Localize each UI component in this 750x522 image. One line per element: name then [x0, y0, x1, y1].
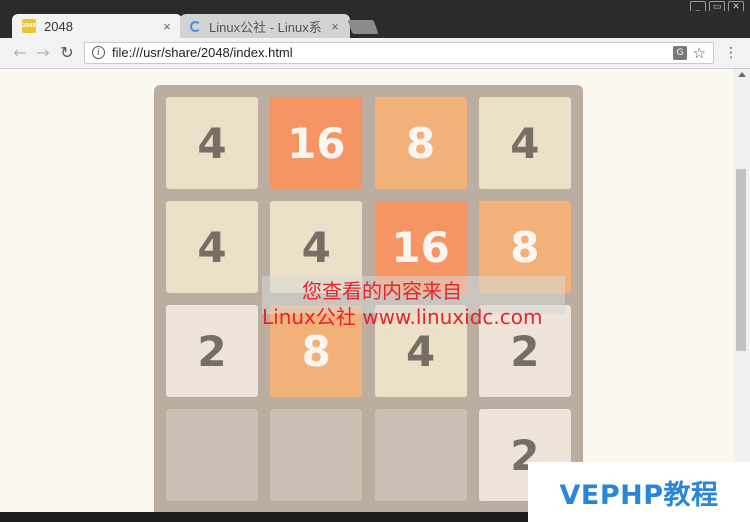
- tile-2: 2: [166, 305, 258, 397]
- tab-close-icon[interactable]: ×: [328, 19, 342, 34]
- tile-4: 4: [166, 201, 258, 293]
- tab-linuxidc[interactable]: Linux公社 - Linux系 ×: [180, 14, 350, 38]
- grid-cell: [270, 409, 363, 501]
- tab-bar: 2048 2048 × Linux公社 - Linux系 ×: [0, 11, 750, 38]
- grid-cell: [166, 409, 258, 501]
- bookmark-star-icon[interactable]: ☆: [693, 43, 706, 63]
- scrollbar-thumb[interactable]: [736, 169, 746, 351]
- back-arrow-icon[interactable]: ←: [10, 43, 30, 63]
- new-tab-button[interactable]: [347, 20, 379, 34]
- grid-cell: [374, 409, 467, 501]
- watermark-line-1: 您查看的内容来自: [302, 279, 462, 303]
- forward-arrow-icon[interactable]: →: [33, 43, 53, 63]
- tile-4: 4: [166, 97, 258, 189]
- tab-close-icon[interactable]: ×: [160, 19, 174, 34]
- tile-4: 4: [478, 97, 571, 189]
- loading-spinner-icon: [190, 20, 201, 32]
- tile-16: 16: [270, 97, 363, 189]
- tab-title: Linux公社 - Linux系: [209, 19, 322, 35]
- brand-banner: VEPHP教程: [528, 462, 750, 522]
- info-icon[interactable]: i: [92, 46, 105, 59]
- menu-kebab-icon[interactable]: ⋮: [724, 45, 738, 61]
- scroll-up-arrow-icon[interactable]: [738, 72, 746, 77]
- translate-icon[interactable]: G: [673, 46, 687, 60]
- url-text[interactable]: file:///usr/share/2048/index.html: [112, 45, 293, 60]
- vertical-scrollbar[interactable]: [734, 69, 750, 512]
- address-bar[interactable]: i file:///usr/share/2048/index.html G ☆: [84, 42, 714, 64]
- reload-icon[interactable]: ↻: [57, 43, 77, 63]
- tile-8: 8: [374, 97, 467, 189]
- browser-toolbar: ← → ↻ i file:///usr/share/2048/index.htm…: [0, 38, 750, 69]
- tab-2048[interactable]: 2048 2048 ×: [12, 14, 182, 38]
- watermark-line-2: Linux公社 www.linuxidc.com: [262, 305, 543, 329]
- game-2048-favicon-icon: 2048: [22, 19, 36, 33]
- tab-title: 2048: [44, 18, 73, 34]
